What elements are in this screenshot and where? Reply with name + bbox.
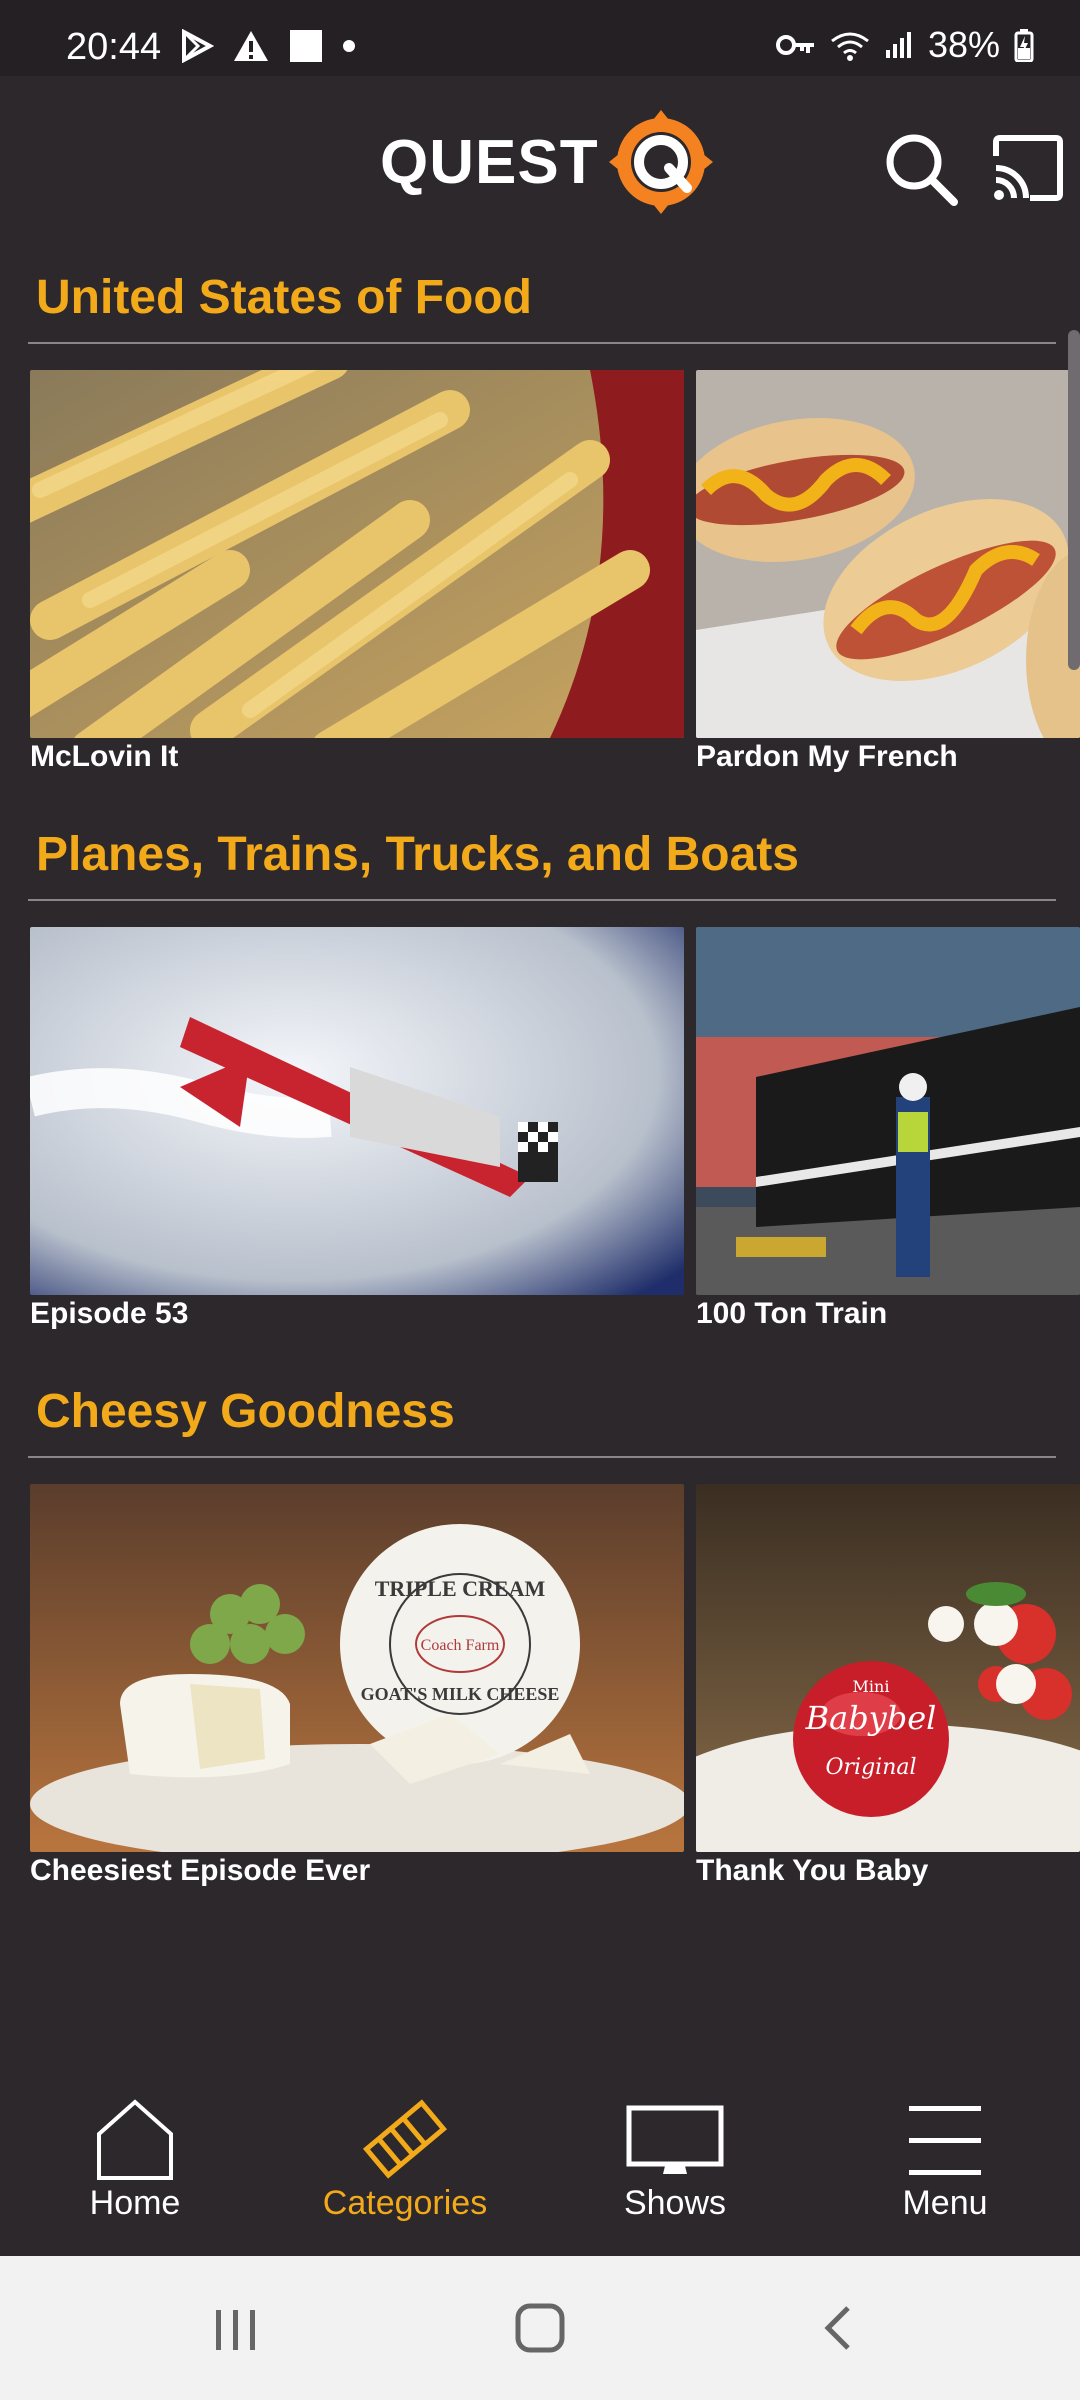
section-title-cheesy-goodness[interactable]: Cheesy Goodness: [36, 1384, 455, 1439]
cast-button[interactable]: [990, 132, 1066, 204]
square-icon: [290, 30, 322, 62]
show-caption: Pardon My French: [696, 740, 958, 773]
show-tile-100-ton-train[interactable]: [696, 927, 1080, 1295]
section-divider: [28, 1456, 1056, 1458]
search-icon: [886, 134, 958, 206]
back-icon[interactable]: [818, 2304, 862, 2352]
nav-shows-label: Shows: [623, 2184, 727, 2222]
hot-dogs-image: [696, 370, 1080, 738]
nav-home-label: Home: [89, 2184, 181, 2222]
babybel-image: Mini Babybel Original: [696, 1484, 1080, 1852]
dot-icon: [343, 40, 355, 52]
show-caption: 100 Ton Train: [696, 1297, 888, 1330]
search-button[interactable]: [880, 128, 960, 208]
cheese-label-bottom: GOAT'S MILK CHEESE: [361, 1684, 560, 1704]
home-icon: [97, 2099, 173, 2180]
stunt-plane-image: [30, 927, 684, 1295]
wifi-icon: [831, 32, 869, 61]
home-button-icon[interactable]: [514, 2302, 566, 2354]
play-store-icon: [182, 29, 214, 63]
cheese-label-mid: Coach Farm: [421, 1637, 500, 1654]
nav-categories-label: Categories: [322, 2184, 488, 2222]
section-divider: [28, 899, 1056, 901]
show-tile-cheesiest-episode-ever[interactable]: TRIPLE CREAM Coach Farm GOAT'S MILK CHEE…: [30, 1484, 684, 1852]
nav-menu-label: Menu: [902, 2184, 988, 2222]
babybel-label-mini: Mini: [853, 1677, 890, 1696]
nav-shows[interactable]: Shows: [540, 2040, 810, 2256]
signal-icon: [885, 32, 911, 58]
vpn-key-icon: [775, 35, 814, 55]
warning-icon: [234, 31, 268, 61]
battery-charging-icon: [1014, 29, 1034, 62]
show-caption: Thank You Baby: [696, 1854, 929, 1887]
app-bar: QUEST: [0, 76, 1080, 246]
locomotive-image: [696, 927, 1080, 1295]
quest-logo[interactable]: QUEST: [380, 106, 717, 218]
film-strip-icon: [362, 2099, 448, 2179]
show-caption: McLovin It: [30, 740, 179, 773]
nav-categories[interactable]: Categories: [270, 2040, 540, 2256]
section-divider: [28, 342, 1056, 344]
cast-icon: [993, 135, 1063, 201]
battery-percentage: 38%: [927, 24, 1000, 65]
quest-q-logo-icon: [608, 110, 713, 214]
status-time: 20:44: [66, 26, 162, 68]
show-caption: Cheesiest Episode Ever: [30, 1854, 371, 1887]
show-tile-pardon-my-french[interactable]: [696, 370, 1080, 738]
show-caption: Episode 53: [30, 1297, 189, 1330]
bottom-navigation: Home Categories Shows Menu: [0, 2040, 1080, 2256]
show-tile-mclovin-it[interactable]: [30, 370, 684, 738]
show-tile-thank-you-baby[interactable]: Mini Babybel Original: [696, 1484, 1080, 1852]
nav-home[interactable]: Home: [0, 2040, 270, 2256]
show-tile-episode-53[interactable]: [30, 927, 684, 1295]
recent-apps-icon[interactable]: [212, 2306, 260, 2354]
hamburger-menu-icon: [909, 2106, 981, 2175]
tv-icon: [626, 2105, 724, 2174]
babybel-label-brand: Babybel: [805, 1699, 937, 1737]
status-system-icons: 38%: [775, 24, 1034, 66]
goat-cheese-image: TRIPLE CREAM Coach Farm GOAT'S MILK CHEE…: [30, 1484, 684, 1852]
section-title-united-states-of-food[interactable]: United States of Food: [36, 270, 532, 325]
section-title-planes-trains-trucks-and-boats[interactable]: Planes, Trains, Trucks, and Boats: [36, 827, 799, 882]
status-bar: 20:44 38%: [0, 0, 1080, 76]
logo-text: QUEST: [380, 127, 599, 197]
scrollbar-thumb[interactable]: [1068, 330, 1080, 670]
cheese-label-top: TRIPLE CREAM: [375, 1576, 546, 1601]
nav-menu[interactable]: Menu: [810, 2040, 1080, 2256]
french-fries-image: [30, 370, 684, 738]
babybel-label-original: Original: [825, 1755, 916, 1780]
system-navigation-bar: [0, 2256, 1080, 2400]
status-notification-icons: [180, 28, 356, 64]
